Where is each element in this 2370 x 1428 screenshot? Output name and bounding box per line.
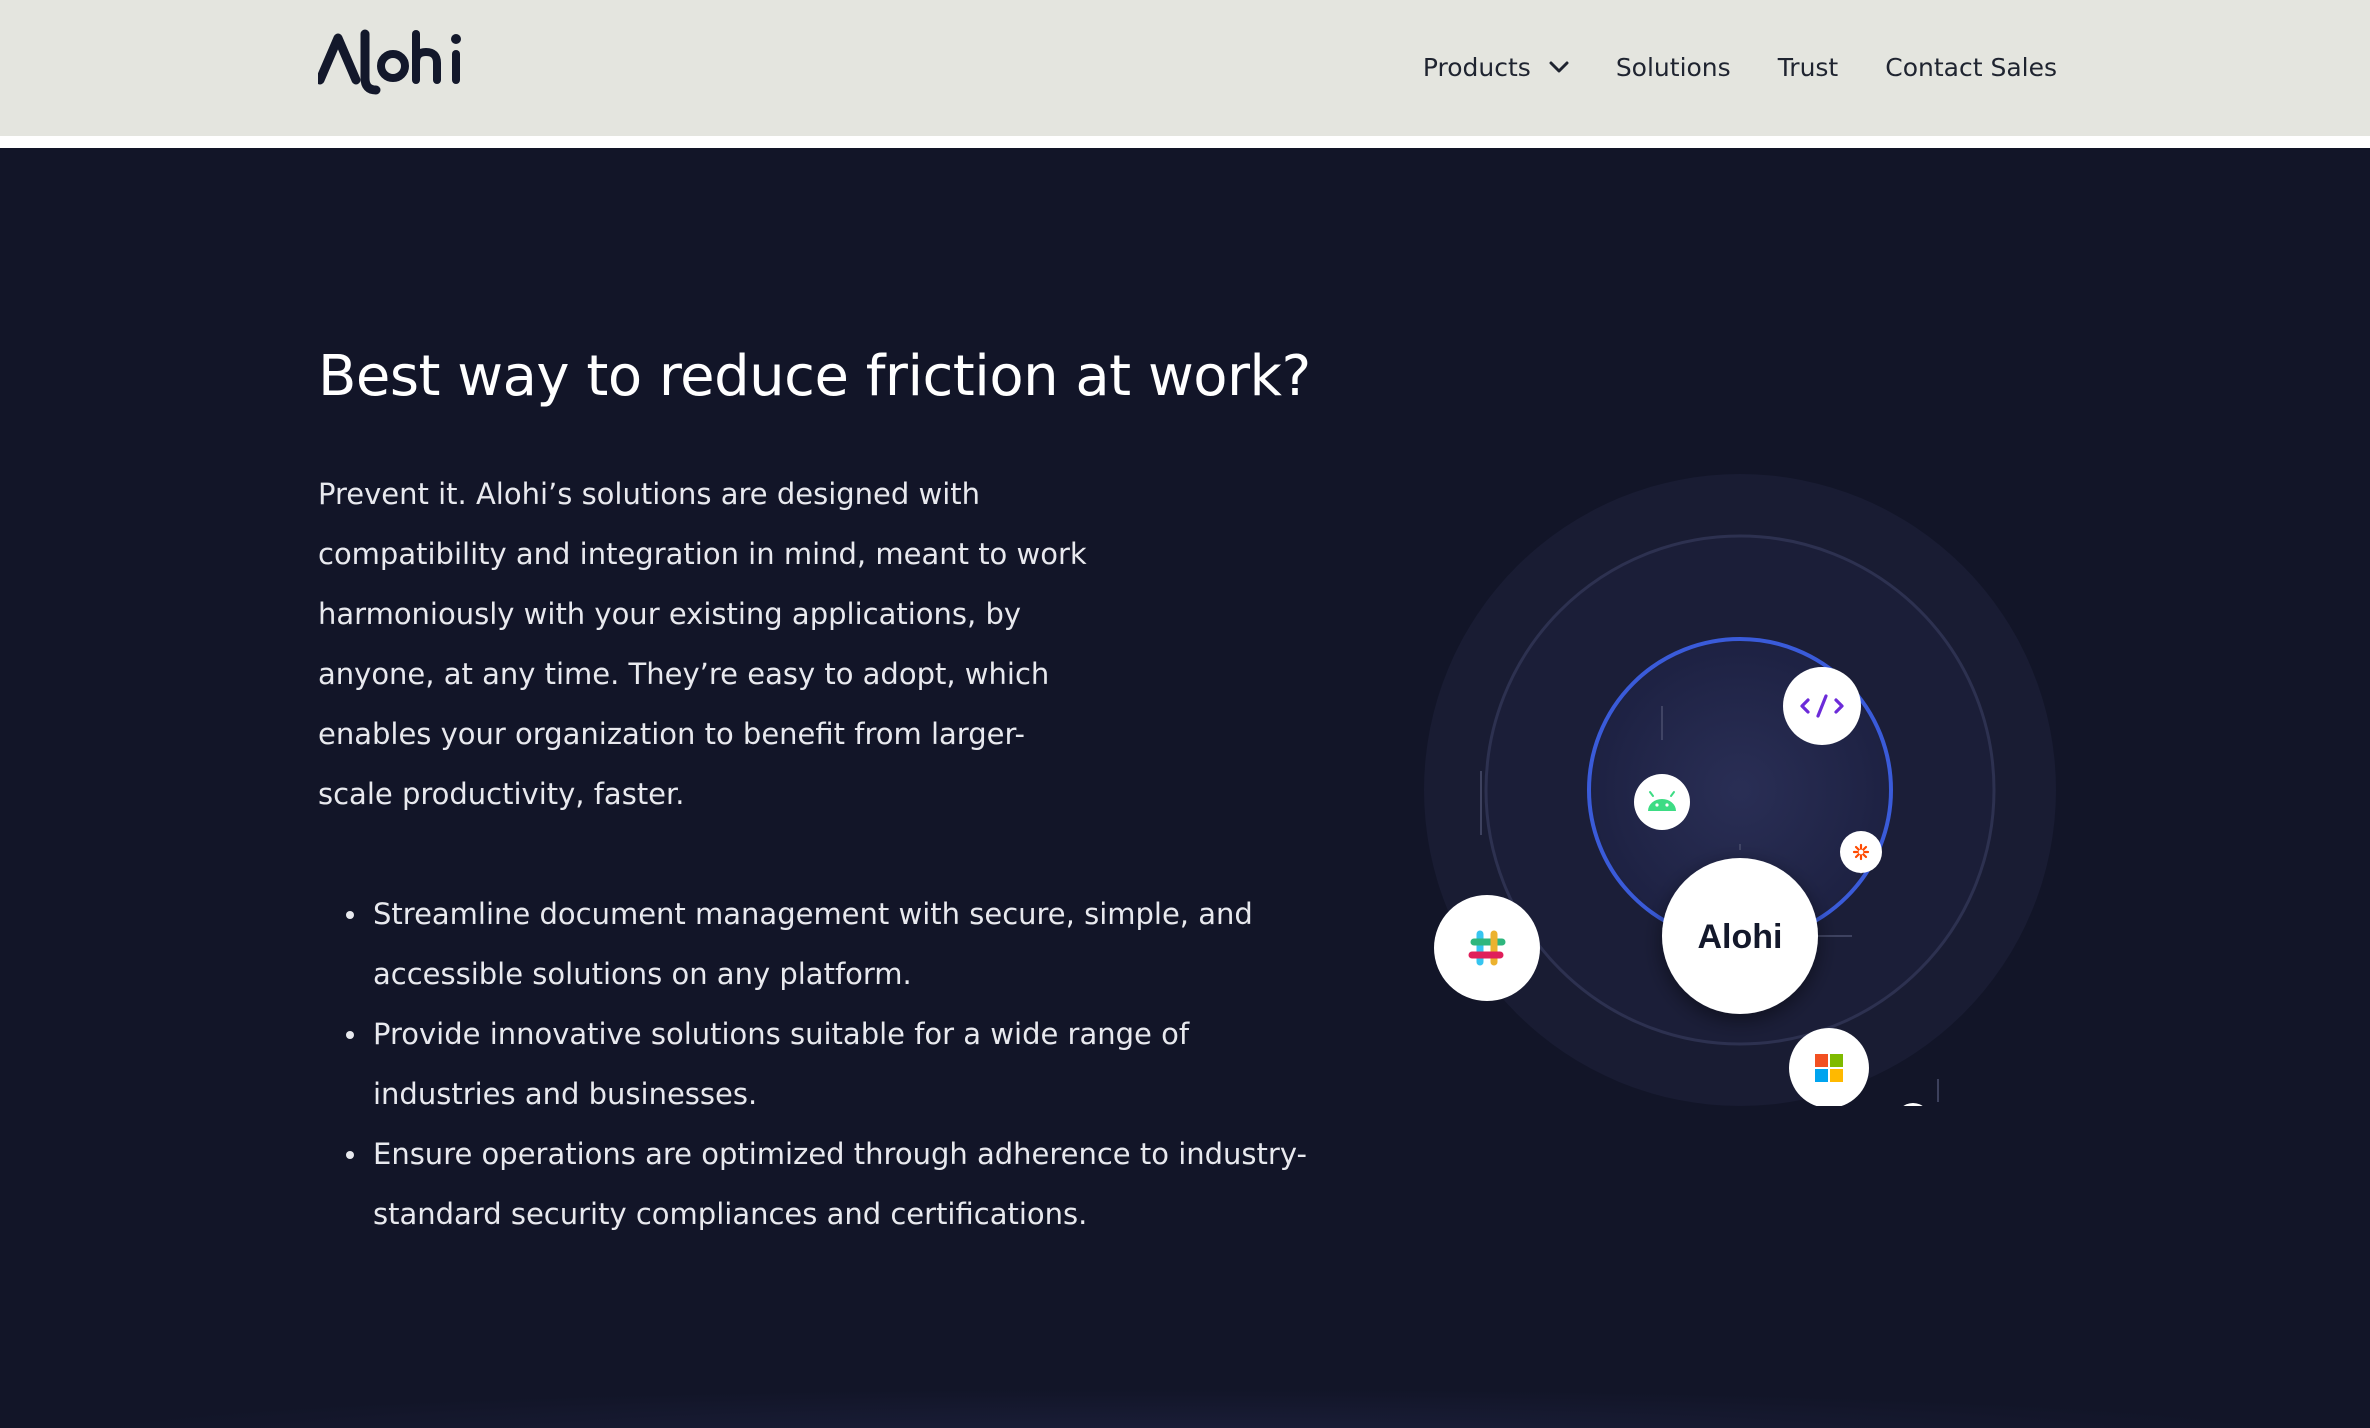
benefits-list: Streamline document management with secu…: [318, 884, 1328, 1244]
nav-trust-label: Trust: [1777, 52, 1839, 82]
benefit-item: Ensure operations are optimized through …: [318, 1124, 1328, 1244]
nav-contact-sales-label: Contact Sales: [1885, 52, 2057, 82]
zapier-icon: [1840, 831, 1882, 873]
nav-trust[interactable]: Trust: [1778, 53, 1839, 82]
main-nav: Products Solutions Trust Contact Sales: [1423, 0, 2057, 134]
microsoft-icon: [1789, 1028, 1869, 1106]
alohi-logo-mark: [318, 29, 461, 95]
friction-section: Best way to reduce friction at work? Pre…: [0, 148, 2370, 1428]
site-header: Products Solutions Trust Contact Sales: [0, 0, 2370, 136]
center-label: Alohi: [1698, 918, 1783, 956]
alohi-logo[interactable]: [318, 28, 476, 98]
orbit-svg: Alohi: [1424, 474, 2056, 1106]
nav-products-label: Products: [1422, 52, 1531, 82]
nav-solutions[interactable]: Solutions: [1616, 53, 1731, 82]
code-icon: [1783, 667, 1861, 745]
integrations-orbit-graphic: Alohi: [1424, 474, 2056, 1106]
slack-icon: [1434, 895, 1540, 1001]
android-icon: [1634, 774, 1690, 830]
ifttt-icon: [1903, 1103, 1923, 1106]
section-headline: Best way to reduce friction at work?: [318, 344, 1311, 409]
benefit-item: Provide innovative solutions suitable fo…: [318, 1004, 1328, 1124]
section-intro: Prevent it. Alohi’s solutions are design…: [318, 477, 1087, 811]
benefit-item: Streamline document management with secu…: [318, 884, 1328, 1004]
nav-solutions-label: Solutions: [1615, 52, 1731, 82]
header-divider: [0, 136, 2370, 148]
nav-products[interactable]: Products: [1423, 53, 1569, 82]
chevron-down-icon[interactable]: [1549, 61, 1569, 73]
nav-contact-sales[interactable]: Contact Sales: [1885, 53, 2057, 82]
